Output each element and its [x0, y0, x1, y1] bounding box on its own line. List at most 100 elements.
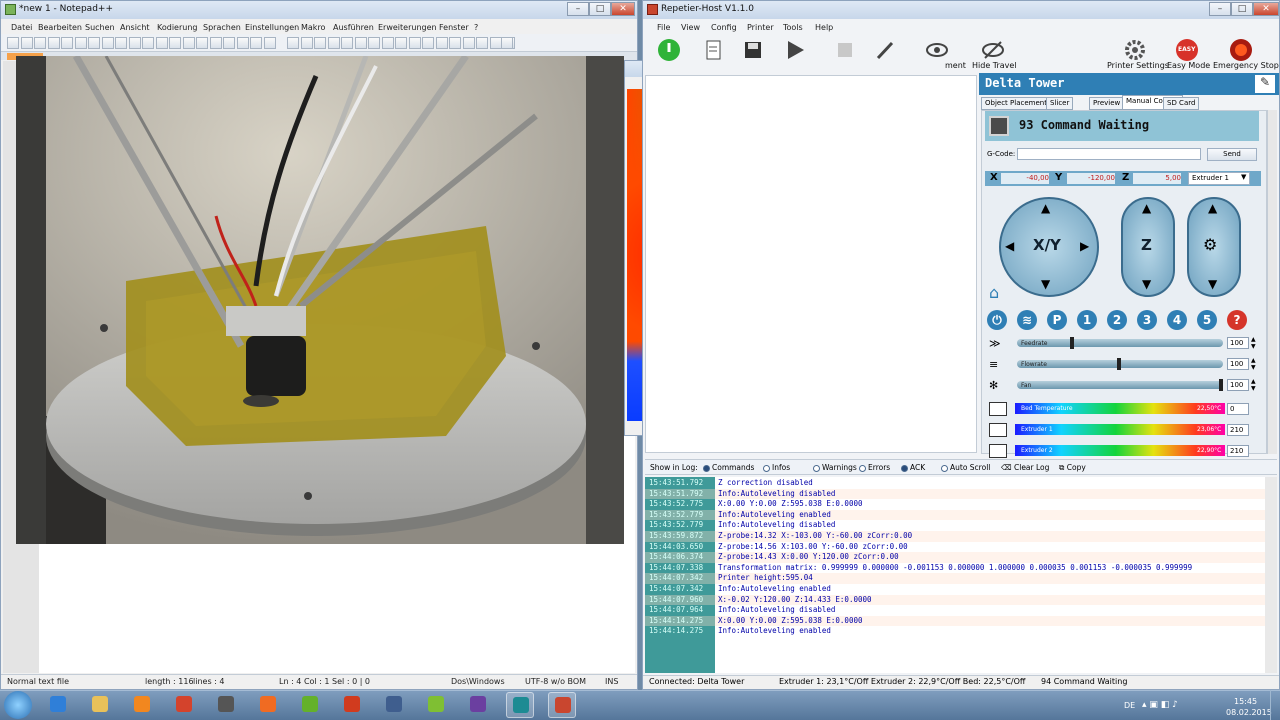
panel-scrollbar[interactable]: [1267, 110, 1277, 454]
menu-item-5[interactable]: Sprachen: [203, 23, 241, 32]
toolbar-button[interactable]: [287, 37, 299, 49]
repetier-minimize-button[interactable]: –: [1209, 2, 1231, 16]
show-commands[interactable]: Commands: [703, 463, 754, 472]
menu-item-10[interactable]: Fenster: [439, 23, 469, 32]
radio-icon[interactable]: [901, 464, 908, 472]
toolbar-button[interactable]: [314, 37, 326, 49]
show-desktop-button[interactable]: [1270, 690, 1280, 720]
media-player-icon[interactable]: [128, 692, 156, 718]
repetier-menu-printer[interactable]: Printer: [747, 23, 774, 32]
menu-item-9[interactable]: Erweiterungen: [378, 23, 437, 32]
easy-mode-label[interactable]: Easy Mode: [1167, 61, 1210, 70]
fan-toggle-icon[interactable]: ≋: [1017, 310, 1037, 330]
hide-travel-icon[interactable]: [981, 38, 1005, 62]
slider-thumb[interactable]: [1070, 337, 1074, 349]
printer-settings-gear-icon[interactable]: [1123, 38, 1147, 62]
menu-item-7[interactable]: Makro: [301, 23, 325, 32]
toolbar-button[interactable]: [409, 37, 421, 49]
menu-item-2[interactable]: Suchen: [85, 23, 115, 32]
jog-left-arrow-icon[interactable]: ◀: [1005, 239, 1014, 253]
spin-arrows-icon[interactable]: ▲ ▼: [1251, 378, 1256, 392]
button-2[interactable]: 2: [1107, 310, 1127, 330]
toolbar-button[interactable]: [196, 37, 208, 49]
power-icon[interactable]: ⏻: [987, 310, 1007, 330]
gcode-input[interactable]: [1017, 148, 1201, 160]
tab-preview[interactable]: Preview: [1089, 97, 1125, 110]
usb-tool-icon[interactable]: [212, 692, 240, 718]
repetier-maximize-button[interactable]: □: [1231, 2, 1253, 16]
button-help[interactable]: ?: [1227, 310, 1247, 330]
run-job-button[interactable]: [783, 38, 807, 62]
arduino-icon[interactable]: [506, 692, 534, 718]
toolbar-button[interactable]: [102, 37, 114, 49]
slider-fan[interactable]: [1017, 381, 1223, 389]
extruder-down-arrow-icon[interactable]: ▼: [1208, 277, 1217, 291]
toolbar-button[interactable]: [476, 37, 488, 49]
maximize-button[interactable]: □: [589, 2, 611, 16]
toolbar-button[interactable]: [250, 37, 262, 49]
home-icon[interactable]: ⌂: [989, 283, 999, 302]
tab-object-placement[interactable]: Object Placement: [981, 97, 1051, 110]
tab-slicer[interactable]: Slicer: [1046, 97, 1074, 110]
toolbar-button[interactable]: [368, 37, 380, 49]
z-up-arrow-icon[interactable]: ▲: [1142, 201, 1151, 215]
spin-arrows-icon[interactable]: ▲ ▼: [1251, 357, 1256, 371]
clock-time[interactable]: 15:45: [1234, 697, 1257, 706]
language-indicator[interactable]: DE: [1124, 701, 1135, 710]
show-warnings[interactable]: Warnings: [813, 463, 857, 472]
edit-gcode-button[interactable]: [873, 38, 897, 62]
log-scrollbar[interactable]: [1265, 477, 1277, 673]
slider-thumb[interactable]: [1117, 358, 1121, 370]
toolbar-button[interactable]: [301, 37, 313, 49]
repetier-host-icon[interactable]: [548, 692, 576, 718]
menu-item-4[interactable]: Kodierung: [157, 23, 197, 32]
toolbar-button[interactable]: [237, 37, 249, 49]
show-auto-scroll[interactable]: Auto Scroll: [941, 463, 990, 472]
temp-target[interactable]: 0: [1227, 403, 1249, 415]
radio-icon[interactable]: [763, 464, 770, 472]
toolbar-button[interactable]: [328, 37, 340, 49]
minimize-button[interactable]: –: [567, 2, 589, 16]
close-button[interactable]: ✕: [611, 2, 635, 16]
lotus-app-icon[interactable]: [338, 692, 366, 718]
load-button[interactable]: [701, 38, 725, 62]
toolbar-button[interactable]: [183, 37, 195, 49]
slider-value[interactable]: 100: [1227, 379, 1249, 391]
connect-button[interactable]: [657, 38, 681, 62]
repetier-menu-config[interactable]: Config: [711, 23, 737, 32]
menu-item-3[interactable]: Ansicht: [120, 23, 150, 32]
button-4[interactable]: 4: [1167, 310, 1187, 330]
jog-right-arrow-icon[interactable]: ▶: [1080, 239, 1089, 253]
slider-thumb[interactable]: [1219, 379, 1223, 391]
notepad-titlebar[interactable]: *new 1 - Notepad++ – □ ✕: [1, 1, 637, 19]
repetier-menu-tools[interactable]: Tools: [783, 23, 803, 32]
chrome-icon[interactable]: [170, 692, 198, 718]
edit-pencil-icon[interactable]: ✎: [1255, 75, 1275, 93]
toolbar-button[interactable]: [75, 37, 87, 49]
temp-target[interactable]: 210: [1227, 424, 1249, 436]
show-errors[interactable]: Errors: [859, 463, 890, 472]
printer-settings-label[interactable]: Printer Settings: [1107, 61, 1169, 70]
menu-item-1[interactable]: Bearbeiten: [38, 23, 82, 32]
jog-up-arrow-icon[interactable]: ▲: [1041, 201, 1050, 215]
clear-log-button[interactable]: ⌫ Clear Log: [1001, 463, 1049, 472]
log-area[interactable]: 15:43:51.792 Z correction disabled 15:43:5…: [645, 477, 1277, 673]
kill-job-button[interactable]: [833, 38, 857, 62]
toolbar-button[interactable]: [382, 37, 394, 49]
menu-item-11[interactable]: ?: [474, 23, 478, 32]
toolbar-button[interactable]: [129, 37, 141, 49]
shapes-app-icon[interactable]: [422, 692, 450, 718]
toolbar-button[interactable]: [169, 37, 181, 49]
toolbar-button[interactable]: [223, 37, 235, 49]
spin-arrows-icon[interactable]: ▲ ▼: [1251, 336, 1256, 350]
toolbar-button[interactable]: [501, 37, 513, 49]
toolbar-button[interactable]: [142, 37, 154, 49]
toolbar-button[interactable]: [210, 37, 222, 49]
visual-studio-icon[interactable]: [464, 692, 492, 718]
emergency-stop-label[interactable]: Emergency Stop: [1213, 61, 1279, 70]
toolbar-button[interactable]: [61, 37, 73, 49]
button-3[interactable]: 3: [1137, 310, 1157, 330]
tab-sd-card[interactable]: SD Card: [1163, 97, 1200, 110]
toolbar-button[interactable]: [88, 37, 100, 49]
repetier-close-button[interactable]: ✕: [1253, 2, 1279, 16]
